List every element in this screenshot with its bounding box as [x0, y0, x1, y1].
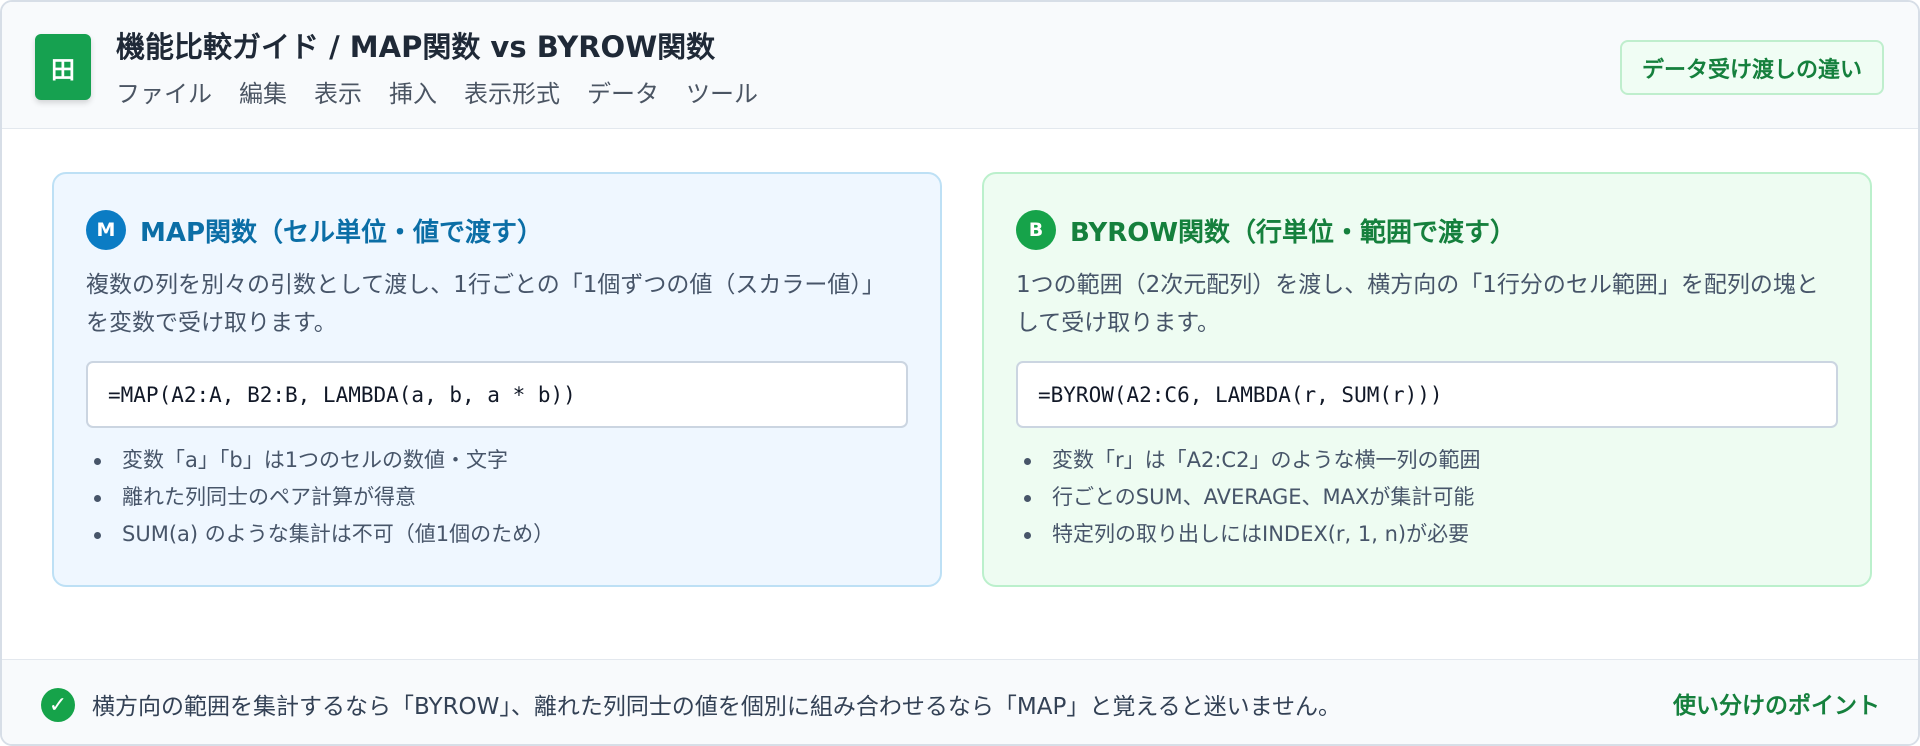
menu-view[interactable]: 表示: [314, 74, 362, 109]
menu-edit[interactable]: 編集: [239, 74, 287, 109]
byrow-bullet-list: 変数「r」は「A2:C2」のような横一列の範囲 行ごとのSUM、AVERAGE、…: [1016, 442, 1480, 553]
list-item: 変数「a」「b」は1つのセルの数値・文字: [86, 442, 554, 479]
menu-bar: ファイル 編集 表示 挿入 表示形式 データ ツール: [116, 74, 785, 109]
footer-label: 使い分けのポイント: [1673, 693, 1880, 719]
list-item: 行ごとのSUM、AVERAGE、MAXが集計可能: [1016, 479, 1480, 516]
map-card-header: M MAP関数（セル単位・値で渡す）: [86, 210, 543, 250]
map-card-description: 複数の列を別々の引数として渡し、1行ごとの「1個ずつの値（スカラー値）」を変数で…: [86, 272, 885, 336]
byrow-card: B BYROW関数（行単位・範囲で渡す） 1つの範囲（2次元配列）を渡し、横方向…: [982, 172, 1872, 587]
list-item: 変数「r」は「A2:C2」のような横一列の範囲: [1016, 442, 1480, 479]
menu-tools[interactable]: ツール: [686, 74, 758, 109]
byrow-card-title: BYROW関数（行単位・範囲で渡す）: [1070, 217, 1517, 248]
map-formula: =MAP(A2:A, B2:B, LAMBDA(a, b, a * b)): [86, 361, 908, 428]
byrow-badge-icon: B: [1016, 210, 1056, 250]
map-bullet-list: 変数「a」「b」は1つのセルの数値・文字 離れた列同士のペア計算が得意 SUM(…: [86, 442, 554, 553]
list-item: SUM(a) のような集計は不可（値1個のため）: [86, 516, 554, 553]
byrow-card-description: 1つの範囲（2次元配列）を渡し、横方向の「1行分のセル範囲」を配列の塊として受け…: [1016, 272, 1819, 336]
footer-text: 横方向の範囲を集計するなら「BYROW」、離れた列同士の値を個別に組み合わせるな…: [92, 694, 1341, 720]
spreadsheet-app-icon: 田: [35, 34, 91, 100]
list-item: 特定列の取り出しにはINDEX(r, 1, n)が必要: [1016, 516, 1480, 553]
menu-data[interactable]: データ: [587, 74, 659, 109]
menu-file[interactable]: ファイル: [116, 74, 212, 109]
menu-insert[interactable]: 挿入: [389, 74, 437, 109]
app-window: 田 機能比較ガイド / MAP関数 vs BYROW関数 ファイル 編集 表示 …: [0, 0, 1920, 746]
map-badge-icon: M: [86, 210, 126, 250]
footer-tip: ✓ 横方向の範囲を集計するなら「BYROW」、離れた列同士の値を個別に組み合わせ…: [2, 659, 1918, 744]
page-title: 機能比較ガイド / MAP関数 vs BYROW関数: [116, 30, 716, 64]
map-card-title: MAP関数（セル単位・値で渡す）: [140, 217, 544, 248]
map-card: M MAP関数（セル単位・値で渡す） 複数の列を別々の引数として渡し、1行ごとの…: [52, 172, 942, 587]
header: 田 機能比較ガイド / MAP関数 vs BYROW関数 ファイル 編集 表示 …: [2, 2, 1918, 129]
check-icon: ✓: [41, 688, 75, 722]
comparison-badge: データ受け渡しの違い: [1619, 40, 1884, 95]
list-item: 離れた列同士のペア計算が得意: [86, 479, 554, 516]
byrow-formula: =BYROW(A2:C6, LAMBDA(r, SUM(r))): [1016, 361, 1838, 428]
menu-format[interactable]: 表示形式: [464, 74, 560, 109]
byrow-card-header: B BYROW関数（行単位・範囲で渡す）: [1016, 210, 1516, 250]
